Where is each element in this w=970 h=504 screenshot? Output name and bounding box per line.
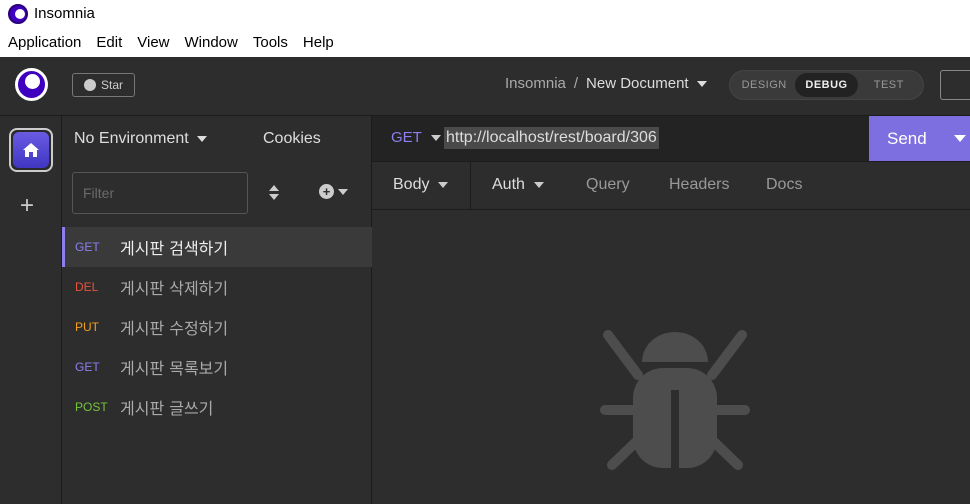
- chevron-down-icon: [533, 182, 544, 188]
- app-header: Star Insomnia / New Document DESIGN DEBU…: [0, 57, 970, 116]
- menu-application[interactable]: Application: [8, 34, 81, 51]
- git-sync-button[interactable]: [940, 70, 970, 100]
- request-list: GET 게시판 검색하기 DEL 게시판 삭제하기 PUT 게시판 수정하기 G…: [62, 227, 372, 427]
- insomnia-logo-icon: [8, 3, 28, 24]
- request-name: 게시판 글쓰기: [120, 399, 214, 418]
- tab-docs[interactable]: Docs: [766, 176, 802, 194]
- chevron-down-icon: [430, 134, 441, 141]
- request-item[interactable]: GET 게시판 목록보기: [62, 347, 372, 387]
- tab-body-label: Body: [393, 176, 430, 193]
- send-button[interactable]: Send: [869, 116, 970, 161]
- request-method: GET: [75, 240, 100, 254]
- url-input[interactable]: http://localhost/rest/board/306: [444, 127, 659, 149]
- request-tabs: Body Auth Query Headers Docs: [372, 162, 970, 210]
- sort-icon[interactable]: [269, 185, 279, 201]
- request-item[interactable]: POST 게시판 글쓰기: [62, 387, 372, 427]
- environment-dropdown[interactable]: No Environment: [74, 130, 207, 148]
- request-method: DEL: [75, 280, 99, 294]
- menu-tools[interactable]: Tools: [253, 34, 288, 51]
- document-name[interactable]: New Document: [586, 75, 689, 92]
- request-name: 게시판 목록보기: [120, 359, 229, 378]
- plus-circle-icon: +: [319, 184, 334, 199]
- request-method: GET: [75, 360, 100, 374]
- environment-label: No Environment: [74, 130, 189, 147]
- chevron-down-icon[interactable]: [696, 80, 707, 87]
- breadcrumb-separator: /: [573, 75, 579, 92]
- method-label: GET: [391, 129, 422, 146]
- bug-icon: [600, 330, 750, 470]
- tab-query[interactable]: Query: [586, 176, 630, 194]
- chevron-down-icon: [196, 136, 207, 142]
- menu-help[interactable]: Help: [303, 34, 334, 51]
- plus-icon[interactable]: +: [20, 192, 34, 220]
- tab-headers[interactable]: Headers: [669, 176, 729, 194]
- menu-window[interactable]: Window: [185, 34, 238, 51]
- breadcrumb: Insomnia / New Document: [505, 75, 707, 92]
- left-nav: +: [0, 116, 62, 504]
- request-item[interactable]: PUT 게시판 수정하기: [62, 307, 372, 347]
- add-request-button[interactable]: +: [319, 184, 348, 199]
- chevron-down-icon: [338, 188, 348, 195]
- request-item[interactable]: GET 게시판 검색하기: [62, 227, 372, 267]
- request-name: 게시판 검색하기: [120, 239, 229, 258]
- chevron-down-icon: [438, 182, 449, 188]
- menu-bar: Application Edit View Window Tools Help: [0, 27, 970, 57]
- window-titlebar: Insomnia: [0, 0, 970, 27]
- mode-test[interactable]: TEST: [858, 79, 920, 91]
- cookies-button[interactable]: Cookies: [263, 130, 321, 148]
- home-icon: [13, 132, 49, 168]
- chevron-down-icon[interactable]: [954, 135, 966, 142]
- breadcrumb-root[interactable]: Insomnia: [505, 75, 566, 92]
- tab-auth[interactable]: Auth: [492, 176, 544, 194]
- tab-body[interactable]: Body: [393, 176, 449, 194]
- request-name: 게시판 수정하기: [120, 319, 229, 338]
- mode-debug[interactable]: DEBUG: [795, 73, 858, 97]
- menu-edit[interactable]: Edit: [96, 34, 122, 51]
- send-label: Send: [887, 128, 927, 148]
- insomnia-logo-icon[interactable]: [15, 68, 48, 101]
- mode-design[interactable]: DESIGN: [733, 79, 795, 91]
- tab-divider: [470, 162, 471, 210]
- github-star-button[interactable]: Star: [72, 73, 135, 97]
- filter-input[interactable]: [72, 172, 248, 214]
- window-title: Insomnia: [34, 5, 95, 22]
- request-item[interactable]: DEL 게시판 삭제하기: [62, 267, 372, 307]
- github-icon: [83, 79, 96, 91]
- request-name: 게시판 삭제하기: [120, 279, 229, 298]
- home-button[interactable]: [9, 128, 53, 172]
- request-method: PUT: [75, 320, 99, 334]
- mode-switcher: DESIGN DEBUG TEST: [729, 70, 924, 100]
- tab-auth-label: Auth: [492, 176, 525, 193]
- sidebar: No Environment Cookies + GET 게시판 검색하기 DE…: [62, 116, 372, 504]
- menu-view[interactable]: View: [137, 34, 169, 51]
- request-method: POST: [75, 400, 108, 414]
- url-bar: GET http://localhost/rest/board/306 Send: [372, 116, 970, 162]
- star-label: Star: [100, 78, 123, 92]
- method-dropdown[interactable]: GET: [391, 129, 441, 146]
